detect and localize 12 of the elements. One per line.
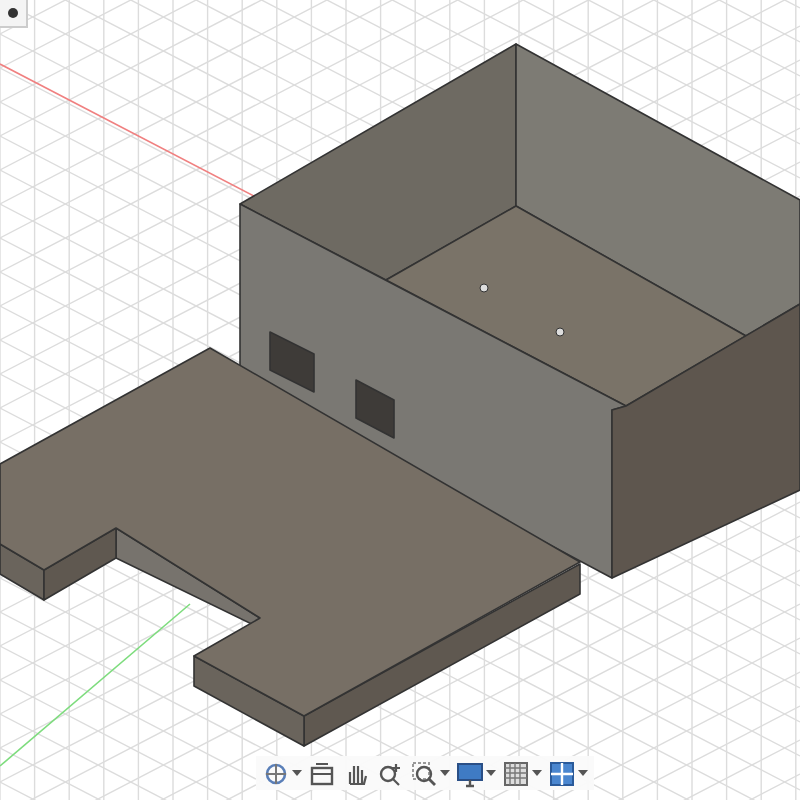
magnifier-plus-icon [376,759,404,787]
view-toggle-button[interactable] [0,0,28,28]
view-tool-button[interactable] [548,758,588,788]
grid-icon [502,759,530,787]
view-tool-button[interactable] [262,758,302,788]
view-tool-button[interactable] [376,758,404,788]
view-tool-button[interactable] [502,758,542,788]
view-tool-button[interactable] [456,758,496,788]
orbit-icon [262,759,290,787]
monitor-icon [456,759,484,787]
magnifier-icon [410,759,438,787]
view-tool-button[interactable] [410,758,450,788]
